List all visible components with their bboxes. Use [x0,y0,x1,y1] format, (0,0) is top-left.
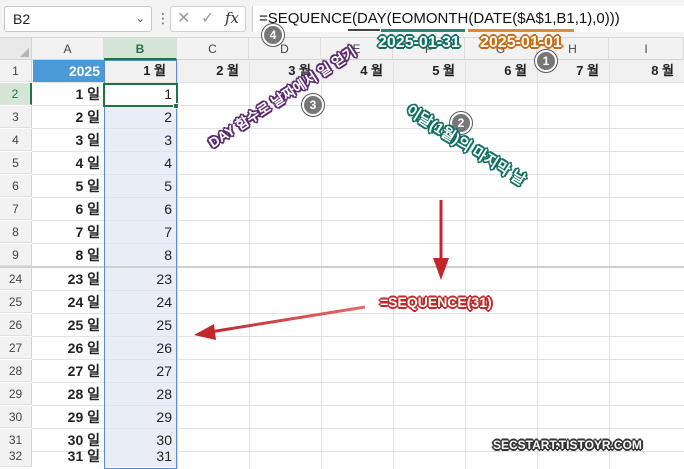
watermark-text: SECSTART.TISTOYR.COM [493,438,642,452]
sequence-cell[interactable]: 2 [105,106,176,128]
sequence-cell[interactable]: 5 [105,175,176,197]
date-underline [468,29,574,32]
column-header-b[interactable]: B [104,38,177,60]
active-cell-border [103,83,178,107]
name-box-value: B2 [13,11,31,27]
column-header-a[interactable]: A [32,38,104,60]
step-1-badge: 1 [535,50,557,72]
row-header[interactable]: 8 [0,221,32,243]
row-header[interactable]: 24 [0,268,32,290]
column-header-i[interactable]: I [609,38,684,60]
day-label-cell[interactable]: 8 일 [33,244,104,266]
sequence-cell[interactable]: 27 [105,360,176,382]
row-header-1[interactable]: 1 [0,60,32,82]
row-header[interactable]: 30 [0,406,32,428]
formula-text: =SEQUENCE(DAY(EOMONTH(DATE($A$1,B1,1),0)… [259,10,620,27]
row-header[interactable]: 26 [0,314,32,336]
sequence-cell[interactable]: 7 [105,221,176,243]
step-3-badge: 3 [302,94,324,116]
day-label-cell[interactable]: 7 일 [33,221,104,243]
day-label-cell[interactable]: 25 일 [33,314,104,336]
day-label-cell[interactable]: 2 일 [33,106,104,128]
row-header[interactable]: 9 [0,244,32,266]
sequence-cell[interactable]: 8 [105,244,176,266]
column-header-d[interactable]: D [249,38,321,60]
month-header-cell[interactable]: 5 월 [394,60,465,82]
day-underline [348,29,380,31]
day-label-cell[interactable]: 26 일 [33,337,104,359]
month-header-cell[interactable]: 1 월 [105,60,176,82]
sequence-cell[interactable]: 4 [105,152,176,174]
day-label-cell[interactable]: 28 일 [33,383,104,405]
row-header[interactable]: 2 [0,83,32,105]
eomonth-underline [381,29,465,32]
day-label-cell[interactable]: 31 일 [33,445,104,467]
fill-handle[interactable] [173,103,179,109]
day-label-cell[interactable]: 29 일 [33,406,104,428]
month-header-cell[interactable]: 8 월 [610,60,684,82]
row-header[interactable]: 28 [0,360,32,382]
column-header-c[interactable]: C [177,38,249,60]
row-header[interactable]: 4 [0,129,32,151]
day-label-cell[interactable]: 1 일 [33,83,104,105]
day-label-cell[interactable]: 27 일 [33,360,104,382]
spreadsheet-grid: A B C D E F G H I 1 2025 1 월 2 월 3 월 4 월… [0,38,684,469]
row-header[interactable]: 3 [0,106,32,128]
sequence-cell[interactable]: 6 [105,198,176,220]
sequence-cell[interactable]: 24 [105,291,176,313]
chevron-down-icon[interactable]: ⌄ [136,7,145,31]
row-header[interactable]: 25 [0,291,32,313]
sequence-cell[interactable]: 28 [105,383,176,405]
name-box[interactable]: B2 ⌄ [4,6,152,32]
enter-icon[interactable]: ✓ [201,8,214,28]
day-label-cell[interactable]: 3 일 [33,129,104,151]
sequence-cell[interactable]: 29 [105,406,176,428]
cancel-icon[interactable]: ✕ [177,8,190,28]
sequence-cell[interactable]: 31 [105,445,176,467]
row-header[interactable]: 32 [0,445,32,467]
cell-a1-year[interactable]: 2025 [33,60,104,82]
date-result-label: 2025-01-01 [480,34,562,51]
row-header[interactable]: 6 [0,175,32,197]
formula-bar: B2 ⌄ ⋮ ✕ ✓ fx =SEQUENCE(DAY(EOMONTH(DATE… [0,0,684,38]
row-header[interactable]: 5 [0,152,32,174]
month-header-cell[interactable]: 6 월 [466,60,537,82]
eomonth-result-label: 2025-01-31 [378,34,460,51]
sequence-cell[interactable]: 26 [105,337,176,359]
day-label-cell[interactable]: 6 일 [33,198,104,220]
row-header[interactable]: 27 [0,337,32,359]
row-header[interactable]: 29 [0,383,32,405]
row-header[interactable]: 7 [0,198,32,220]
sequence-cell[interactable]: 3 [105,129,176,151]
sequence-cell[interactable]: 25 [105,314,176,336]
day-label-cell[interactable]: 24 일 [33,291,104,313]
formula-buttons: ✕ ✓ fx [170,6,246,32]
day-label-cell[interactable]: 5 일 [33,175,104,197]
sequence-label: =SEQUENCE(31) [380,294,492,310]
step-4-badge: 4 [262,24,284,46]
insert-function-icon[interactable]: fx [225,9,239,27]
day-label-cell[interactable]: 23 일 [33,268,104,290]
month-header-cell[interactable]: 2 월 [178,60,249,82]
select-all-corner[interactable] [0,38,32,60]
day-label-cell[interactable]: 4 일 [33,152,104,174]
more-options-icon[interactable]: ⋮ [156,10,170,27]
sequence-cell[interactable]: 23 [105,268,176,290]
